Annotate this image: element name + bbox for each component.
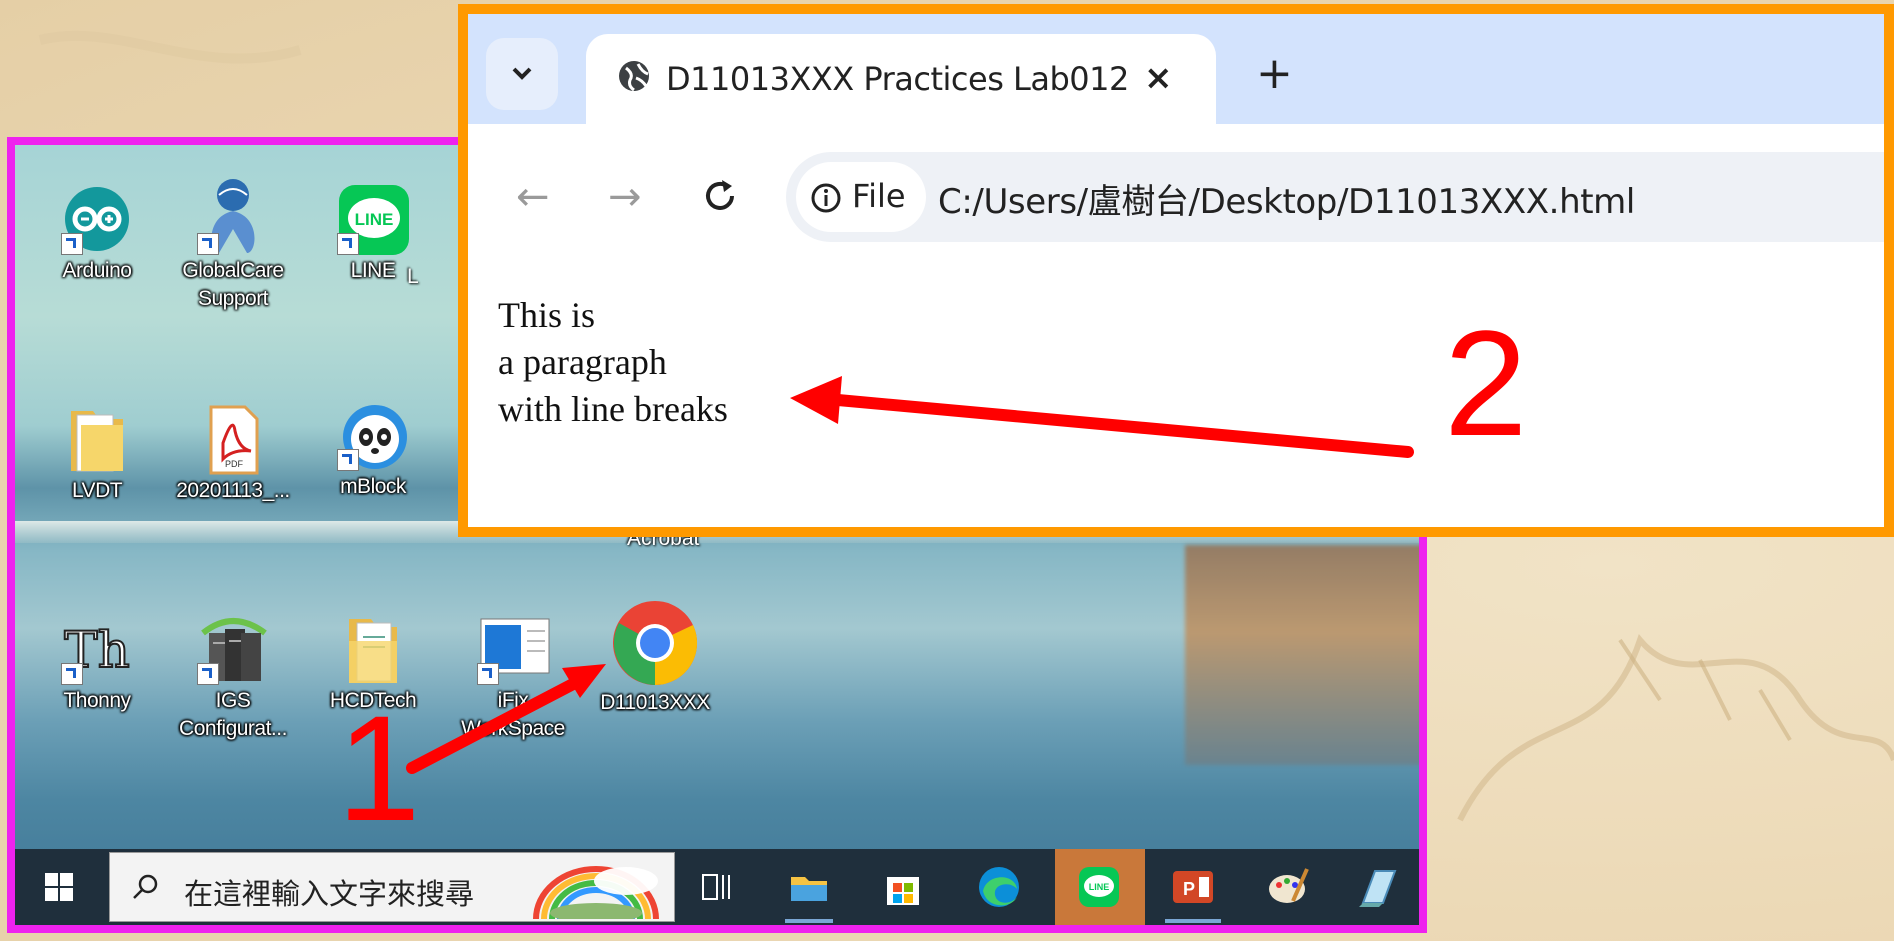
shortcut-arrow-icon xyxy=(61,233,83,255)
shortcut-arrow-icon xyxy=(197,663,219,685)
folder-icon xyxy=(335,611,411,687)
address-bar[interactable]: File C:/Users/盧樹台/Desktop/D11013XXX.html xyxy=(786,152,1884,242)
search-icon xyxy=(133,874,158,899)
desktop-icon-mblock[interactable]: mBlock xyxy=(313,397,433,501)
shortcut-arrow-icon xyxy=(61,663,83,685)
icon-label: 20201113_... xyxy=(176,479,290,502)
taskbar: 在這裡輸入文字來搜尋 LINE P xyxy=(15,849,1419,925)
step-2-label: 2 xyxy=(1444,299,1528,467)
arduino-icon xyxy=(59,181,135,257)
shortcut-arrow-icon xyxy=(197,233,219,255)
forward-button[interactable]: → xyxy=(608,174,642,220)
file-explorer-running-indicator xyxy=(785,919,833,923)
svg-text:LINE: LINE xyxy=(355,210,394,229)
paragraph-line-2: a paragraph xyxy=(498,342,667,382)
folder-icon xyxy=(59,401,135,477)
rainbow-search-highlight-icon xyxy=(533,866,659,919)
step-1-label: 1 xyxy=(337,684,421,852)
igs-server-icon xyxy=(195,607,271,687)
icon-label: D11013XXX xyxy=(600,691,710,714)
icon-label: mBlock xyxy=(340,475,406,498)
icon-label: IGS Configurat... xyxy=(179,689,287,740)
browser-toolbar: ← → File C:/Users/盧樹台/Desktop/D11013XXX.… xyxy=(468,124,1884,258)
desktop-icon-ifix[interactable]: iFix WorkSpace xyxy=(453,611,573,743)
shortcut-arrow-icon xyxy=(337,233,359,255)
desktop-icon-d11013xxx[interactable]: D11013XXX xyxy=(595,597,715,717)
url-text[interactable]: C:/Users/盧樹台/Desktop/D11013XXX.html xyxy=(938,174,1635,223)
icon-label: Thonny xyxy=(63,689,131,712)
desktop-icon-thonny[interactable]: Th Thonny xyxy=(37,611,157,715)
line-app-icon[interactable]: LINE xyxy=(1077,865,1121,909)
info-icon xyxy=(811,183,841,213)
powerpoint-icon[interactable]: P xyxy=(1171,865,1215,909)
file-explorer-icon[interactable] xyxy=(787,865,831,909)
tab-close-button[interactable]: × xyxy=(1144,58,1173,98)
microsoft-store-icon[interactable] xyxy=(881,865,925,909)
powerpoint-running-indicator xyxy=(1165,919,1221,923)
desktop-icon-lvdt[interactable]: LVDT xyxy=(37,401,157,505)
icon-label: GlobalCare Support xyxy=(182,259,284,310)
notepad-icon[interactable] xyxy=(1355,865,1399,909)
line-icon: LINE xyxy=(335,181,411,257)
svg-text:PDF: PDF xyxy=(225,459,244,469)
icon-label: LVDT xyxy=(71,479,123,502)
paragraph-line-3: with line breaks xyxy=(498,389,728,429)
site-info-chip[interactable]: File xyxy=(796,162,926,232)
svg-text:LINE: LINE xyxy=(1089,882,1110,892)
partial-icon-label: L xyxy=(407,265,419,288)
paint-icon[interactable] xyxy=(1265,865,1309,909)
desktop-icon-igs[interactable]: IGS Configurat... xyxy=(173,607,293,743)
desktop-icon-globalcare[interactable]: GlobalCare Support xyxy=(173,173,293,313)
search-placeholder: 在這裡輸入文字來搜尋 xyxy=(184,877,475,911)
svg-text:P: P xyxy=(1183,879,1195,899)
taskbar-search-box[interactable]: 在這裡輸入文字來搜尋 xyxy=(109,852,675,922)
icon-label: iFix WorkSpace xyxy=(461,689,565,740)
tab-search-button[interactable] xyxy=(486,38,558,110)
browser-window: D11013XXX Practices Lab012 × + ← → File … xyxy=(458,4,1894,537)
shortcut-arrow-icon xyxy=(477,663,499,685)
page-content: This is a paragraph with line breaks 2 xyxy=(468,256,1884,527)
icon-label: Arduino xyxy=(62,259,132,282)
site-info-label: File xyxy=(852,177,906,215)
ifix-workspace-icon xyxy=(475,611,551,687)
paragraph: This is a paragraph with line breaks xyxy=(498,292,728,433)
new-tab-button[interactable]: + xyxy=(1256,52,1293,96)
shortcut-arrow-icon xyxy=(337,449,359,471)
tab-strip: D11013XXX Practices Lab012 × + xyxy=(468,14,1884,124)
thonny-icon: Th xyxy=(59,611,135,687)
paragraph-line-1: This is xyxy=(498,295,596,335)
globe-icon xyxy=(619,61,649,92)
tab-active[interactable]: D11013XXX Practices Lab012 × xyxy=(586,34,1216,124)
rock-reflection xyxy=(1185,545,1419,765)
pdf-file-icon: PDF xyxy=(195,401,271,477)
back-button[interactable]: ← xyxy=(516,174,550,220)
desktop-icon-pdf[interactable]: PDF 20201113_... xyxy=(173,401,293,505)
windows-start-icon[interactable] xyxy=(45,873,73,905)
chevron-down-icon xyxy=(512,67,532,80)
task-view-icon[interactable] xyxy=(695,865,739,909)
desktop-icon-arduino[interactable]: Arduino xyxy=(37,181,157,285)
chrome-icon xyxy=(613,597,698,689)
reload-icon[interactable] xyxy=(700,176,740,216)
mblock-panda-icon xyxy=(335,397,411,473)
edge-icon[interactable] xyxy=(977,865,1021,909)
globalcare-icon xyxy=(195,173,271,257)
tab-title: D11013XXX Practices Lab012 xyxy=(666,60,1129,98)
